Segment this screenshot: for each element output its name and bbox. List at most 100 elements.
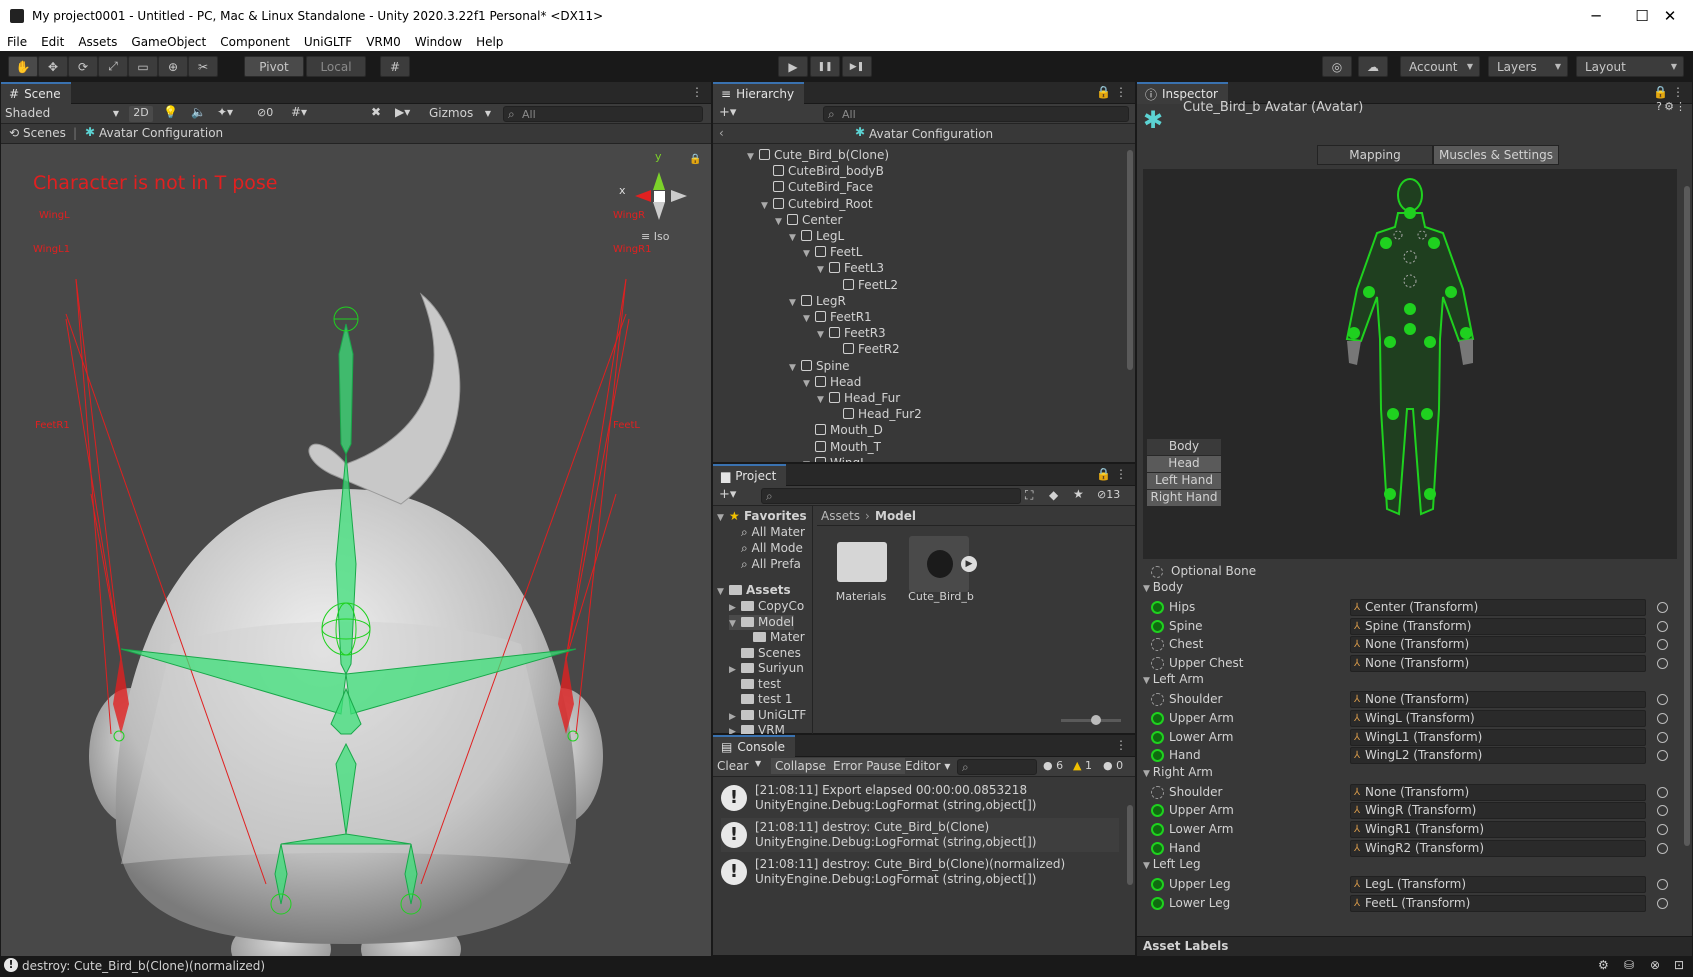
layers-dropdown[interactable]: Layers [1488,56,1568,77]
inspector-menu-icon[interactable]: ⋮ [1672,85,1684,99]
object-picker-icon[interactable] [1657,639,1668,651]
add-icon[interactable]: +▾ [719,487,736,502]
settings-icon[interactable]: ⚙ [1664,100,1674,113]
asset-materials-folder[interactable]: Materials [829,536,893,626]
view-right-hand-button[interactable]: Right Hand [1147,490,1221,506]
object-picker-icon[interactable] [1657,620,1668,632]
expand-arrow-icon[interactable]: ▼ [817,393,829,408]
bug-icon[interactable]: ⚙ [1598,958,1609,972]
menu-component[interactable]: Component [213,35,297,49]
hierarchy-menu-icon[interactable]: ⋮ [1115,85,1127,99]
back-chevron-icon[interactable]: ‹ [719,126,724,140]
shading-dropdown[interactable]: Shaded ▼ [5,106,121,122]
object-picker-icon[interactable] [1657,713,1668,724]
account-dropdown[interactable]: Account [1400,56,1480,77]
favorites-group[interactable]: ▼ ★ Favorites [717,509,807,524]
path-current[interactable]: Model [875,509,916,523]
hierarchy-item[interactable]: ▼ Cute_Bird_b(Clone) [747,148,889,163]
minimize-button[interactable]: ─ [1573,0,1619,32]
transform-object-field[interactable]: None (Transform) [1350,783,1646,801]
menu-assets[interactable]: Assets [71,35,124,49]
effects-icon[interactable]: ✦▾ [217,105,233,119]
tab-console[interactable]: ▤ Console [713,735,795,757]
project-folder-item[interactable]: ▶ Suriyun [729,661,804,676]
mode-2d-toggle[interactable]: 2D [129,106,153,122]
fav-all-materials[interactable]: ⌕ All Mater [741,525,805,540]
hierarchy-item[interactable]: ▼ FeetR3 [817,326,886,341]
path-root[interactable]: Assets [821,509,860,523]
hierarchy-item[interactable]: ▼ Head_Fur [817,391,900,406]
view-head-button[interactable]: Head [1147,456,1221,472]
assets-group[interactable]: ▼ Assets [717,583,791,598]
project-folder-item[interactable]: Scenes [729,646,801,661]
expand-arrow-icon[interactable]: ▼ [803,247,815,262]
filter-label-icon[interactable]: ◆ [1049,488,1058,502]
help-icon[interactable]: ? [1656,100,1662,113]
view-body-button[interactable]: Body [1147,439,1221,455]
lock-icon[interactable]: 🔒 [689,154,701,165]
tab-hierarchy[interactable]: ≡ Hierarchy [713,82,805,104]
object-picker-icon[interactable] [1657,805,1668,817]
expand-arrow-icon[interactable]: ▼ [789,361,801,376]
object-picker-icon[interactable] [1657,694,1668,706]
menu-gameobject[interactable]: GameObject [124,35,213,49]
object-picker-icon[interactable] [1657,750,1668,762]
pause-button[interactable]: ❚❚ [810,56,840,77]
hierarchy-item[interactable]: ▼ WingL [803,456,867,462]
bone-group-header[interactable]: ▼ Left Leg [1143,857,1201,875]
console-menu-icon[interactable]: ⋮ [1115,738,1127,752]
move-tool-icon[interactable]: ✥ [38,56,68,77]
lock-icon[interactable]: 🔒 [1096,467,1111,481]
cache-icon[interactable]: ⛁ [1624,958,1634,972]
clear-button[interactable]: Clear [717,759,748,773]
menu-help[interactable]: Help [469,35,510,49]
breadcrumb-current[interactable]: Avatar Configuration [99,126,223,140]
close-window-button[interactable]: ✕ [1647,0,1693,32]
project-search-input[interactable] [761,488,1021,504]
transform-object-field[interactable]: WingR2 (Transform) [1350,839,1646,857]
tab-mapping[interactable]: Mapping [1317,145,1433,165]
transform-object-field[interactable]: Center (Transform) [1350,599,1646,616]
collapse-toggle[interactable]: Collapse [771,758,830,774]
menu-edit[interactable]: Edit [34,35,71,49]
expand-arrow-icon[interactable]: ▼ [747,150,759,165]
log-entry[interactable]: ! [21:08:11] destroy: Cute_Bird_b(Clone) U… [721,818,1119,852]
hierarchy-search-input[interactable]: All [823,106,1129,122]
layout-dropdown[interactable]: Layout [1576,56,1684,77]
transform-object-field[interactable]: WingR (Transform) [1350,802,1646,820]
object-picker-icon[interactable] [1657,897,1668,909]
tab-muscles-settings[interactable]: Muscles & Settings [1433,145,1559,165]
cloud-icon[interactable]: ☁ [1358,56,1388,77]
object-picker-icon[interactable] [1657,731,1668,743]
transform-object-field[interactable]: None (Transform) [1350,691,1646,709]
object-picker-icon[interactable] [1657,602,1668,613]
hierarchy-item[interactable]: ▼ Head [803,375,861,390]
project-folder-item[interactable]: ▶ VRM [729,723,785,734]
hierarchy-item[interactable]: ▼ Center [775,213,842,228]
pivot-toggle[interactable]: Pivot [244,56,304,77]
rect-tool-icon[interactable]: ▭ [128,56,158,77]
scene-viewport[interactable]: Character is not in T pose y x 🔒 ≡ Iso W… [1,144,711,956]
scene-menu-icon[interactable]: ⋮ [691,85,703,99]
expand-arrow-icon[interactable]: ▼ [817,328,829,343]
local-toggle[interactable]: Local [306,56,366,77]
status-message[interactable]: destroy: Cute_Bird_b(Clone)(normalized) [22,959,265,973]
console-scrollbar[interactable] [1127,805,1133,885]
expand-arrow-icon[interactable]: ▼ [803,312,815,327]
hidden-packages-counter[interactable]: ⊘13 [1097,488,1120,501]
add-icon[interactable]: +▾ [719,105,736,120]
hierarchy-item[interactable]: CuteBird_Face [761,180,873,195]
transform-object-field[interactable]: WingL1 (Transform) [1350,728,1646,746]
hierarchy-item[interactable]: Mouth_D [803,423,883,438]
iso-label[interactable]: ≡ Iso [641,230,669,243]
object-picker-icon[interactable] [1657,786,1668,798]
object-picker-icon[interactable] [1657,657,1668,669]
project-menu-icon[interactable]: ⋮ [1115,467,1127,481]
hierarchy-item[interactable]: FeetR2 [831,342,900,357]
lock-icon[interactable]: 🔒 [1096,85,1111,99]
editor-dropdown[interactable]: Editor ▾ [905,759,950,773]
project-folder-item[interactable]: ▼ Model [729,614,795,630]
hierarchy-item[interactable]: CuteBird_bodyB [761,164,884,179]
hierarchy-scrollbar[interactable] [1127,150,1133,370]
transform-object-field[interactable]: None (Transform) [1350,636,1646,654]
